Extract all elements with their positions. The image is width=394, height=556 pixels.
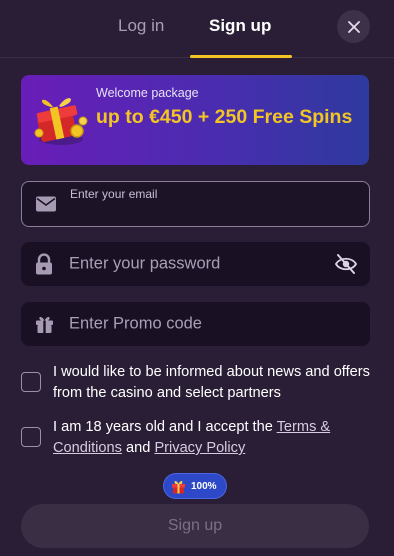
active-tab-indicator	[190, 55, 292, 58]
auth-tabs: Log in Sign up	[0, 0, 394, 58]
bonus-progress-text: 100%	[191, 480, 217, 492]
email-field[interactable]: Enter your email	[21, 181, 370, 227]
privacy-policy-link[interactable]: Privacy Policy	[154, 440, 245, 456]
age-consent-label: I am 18 years old and I accept the Terms…	[53, 417, 371, 459]
promo-placeholder: Enter Promo code	[69, 314, 202, 333]
tab-login[interactable]: Log in	[118, 16, 164, 36]
welcome-banner: Welcome package up to €450 + 250 Free Sp…	[21, 75, 369, 165]
close-icon	[347, 20, 360, 33]
news-consent-label: I would like to be informed about news a…	[53, 364, 370, 401]
gift-icon	[172, 480, 185, 493]
tab-signup[interactable]: Sign up	[209, 16, 271, 36]
gift-box-icon	[34, 98, 88, 145]
promo-field[interactable]: Enter Promo code	[21, 302, 370, 346]
password-field[interactable]: Enter your password	[21, 242, 370, 286]
signup-submit-button[interactable]: Sign up	[21, 504, 369, 548]
hide-password-icon[interactable]	[335, 254, 357, 274]
gift-icon	[36, 317, 53, 333]
password-placeholder: Enter your password	[69, 254, 221, 273]
news-consent-checkbox[interactable]	[21, 372, 41, 392]
lock-icon	[36, 253, 52, 275]
envelope-icon	[36, 196, 56, 212]
close-button[interactable]	[337, 10, 370, 43]
age-consent-and: and	[121, 440, 155, 456]
bonus-progress-badge: 100%	[164, 474, 226, 498]
email-label: Enter your email	[70, 187, 158, 201]
banner-offer: up to €450 + 250 Free Spins	[96, 106, 353, 128]
email-input[interactable]	[70, 204, 350, 222]
age-consent-checkbox[interactable]	[21, 427, 41, 447]
banner-subtitle: Welcome package	[96, 86, 199, 100]
age-consent-text: I am 18 years old and I accept the	[53, 419, 277, 435]
